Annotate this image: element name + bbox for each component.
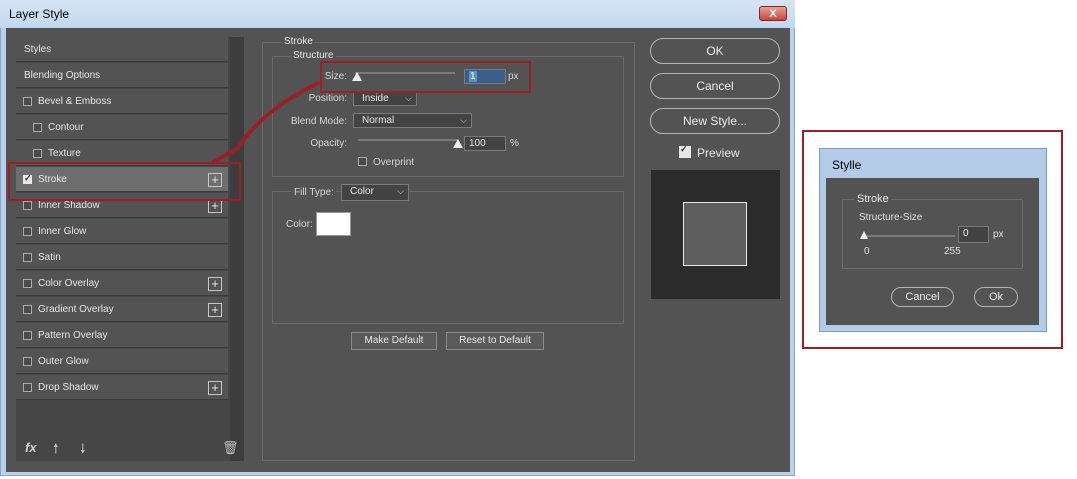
structure-size-unit: px xyxy=(993,229,1004,240)
structure-size-value: 0 xyxy=(963,228,969,239)
stylle-cancel-button[interactable]: Cancel xyxy=(891,287,954,307)
stylle-title: Stylle xyxy=(832,158,862,172)
structure-size-track[interactable] xyxy=(862,235,955,237)
structure-size-label: Structure-Size xyxy=(859,212,923,223)
annotation-connector-line xyxy=(211,80,321,165)
structure-size-thumb[interactable] xyxy=(860,231,868,239)
structure-size-input[interactable]: 0 xyxy=(958,226,989,243)
stylle-stroke-title: Stroke xyxy=(855,193,891,205)
slider-max-label: 255 xyxy=(944,246,961,257)
stylle-ok-button[interactable]: Ok xyxy=(974,287,1018,307)
slider-min-label: 0 xyxy=(864,246,870,257)
